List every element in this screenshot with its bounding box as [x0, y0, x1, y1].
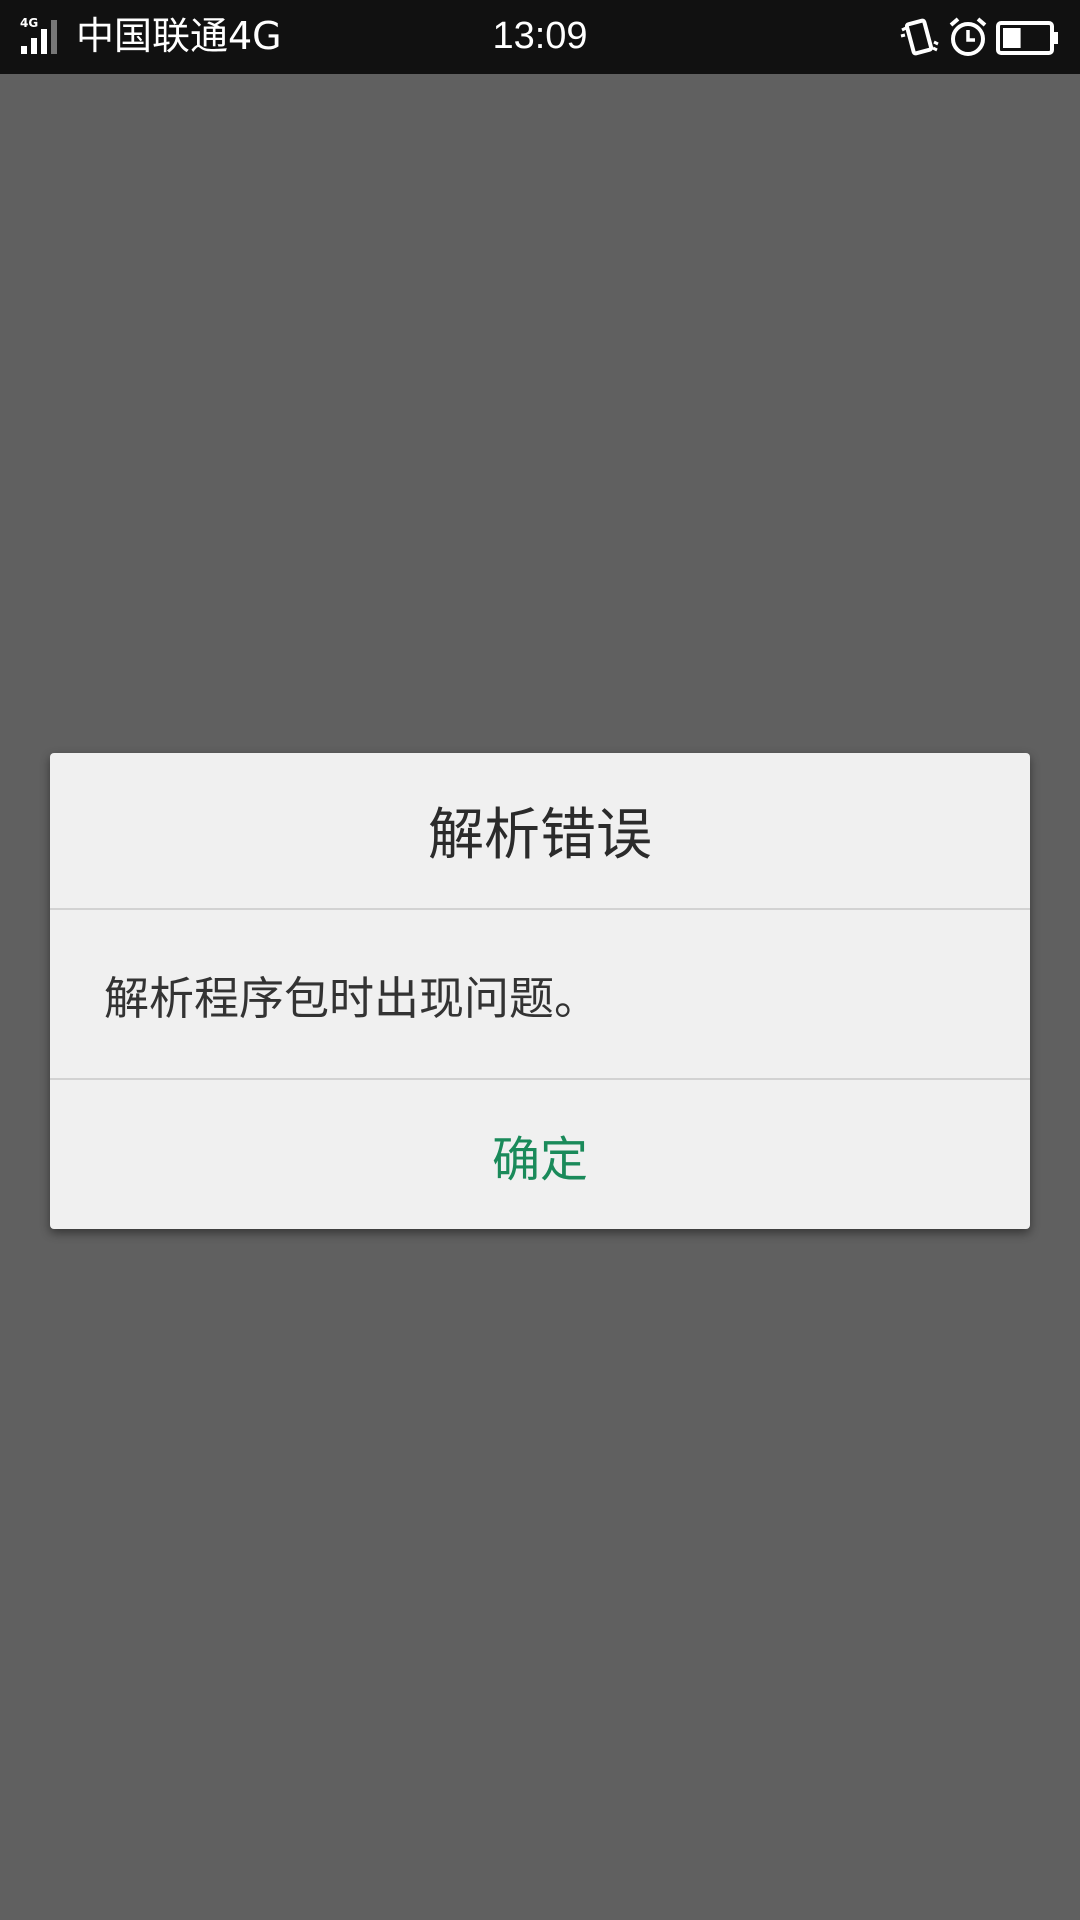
dialog-title: 解析错误: [428, 803, 652, 868]
battery-icon: [996, 21, 1058, 55]
ok-button[interactable]: 确定: [50, 1080, 1030, 1229]
dialog-message: 解析程序包时出现问题。: [104, 971, 600, 1025]
screen: 4G 中国联通4G 13:09 解析错误 解析程序包时出现问题。 确定: [0, 0, 1080, 1920]
vibrate-icon: [900, 18, 939, 56]
status-bar: 4G 中国联通4G 13:09: [0, 0, 1080, 74]
error-dialog: 解析错误 解析程序包时出现问题。 确定: [50, 753, 1030, 1229]
alarm-icon: [949, 17, 987, 56]
